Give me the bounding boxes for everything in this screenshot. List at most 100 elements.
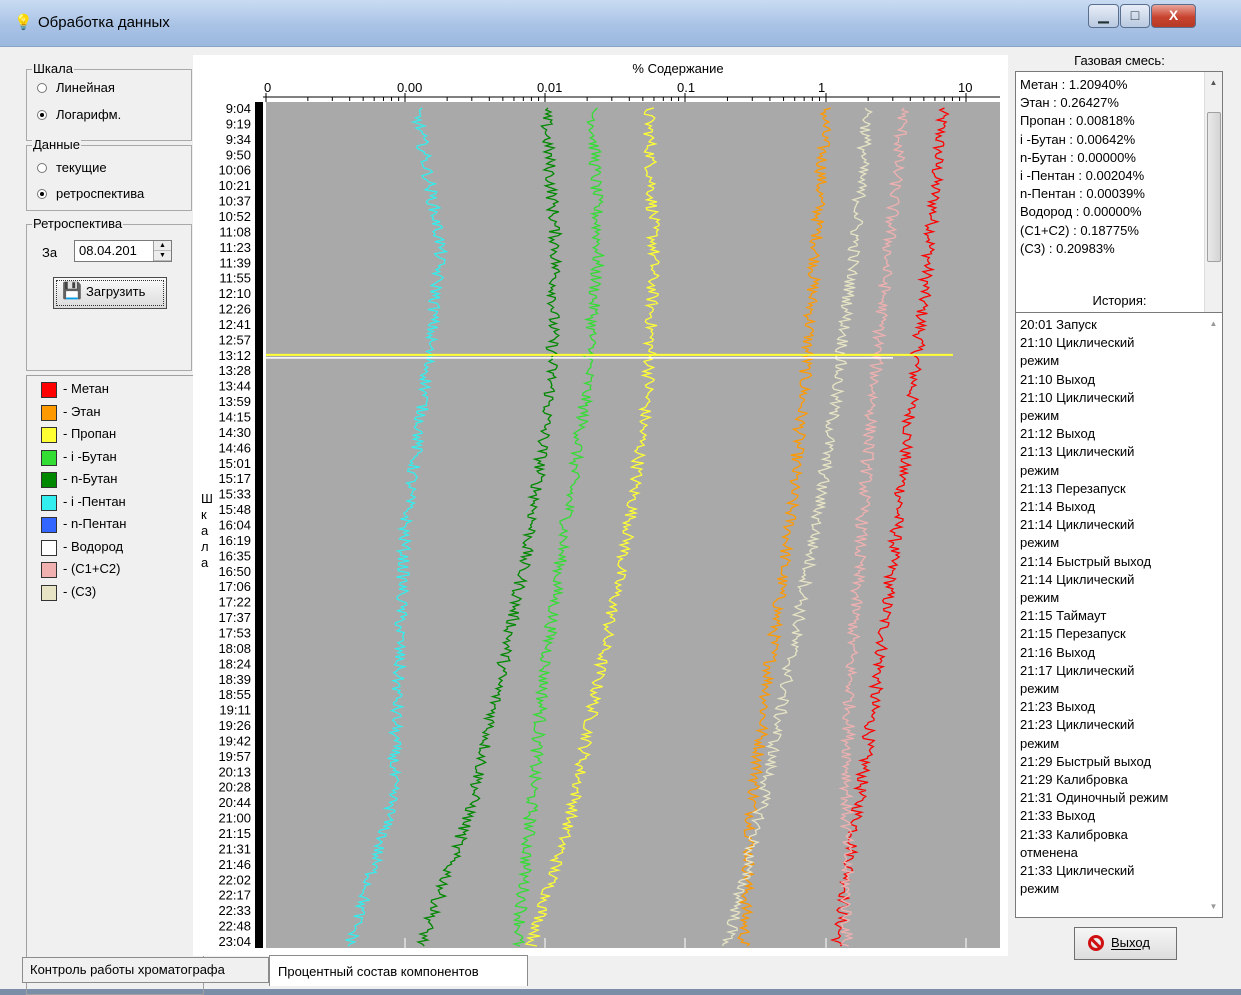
x-tick-label: 0.00 xyxy=(397,80,422,95)
x-tick-label: 0.1 xyxy=(677,80,695,95)
legend-label: - Метан xyxy=(63,381,109,396)
time-tick-label: 10:52 xyxy=(218,209,251,224)
x-tick-label: 10 xyxy=(958,80,972,95)
legend-box: - Метан - Этан - Пропан - i -Бутан - n-Бутан… xyxy=(26,375,204,995)
date-label: За xyxy=(42,245,58,260)
history-line: 21:13 Перезапуск xyxy=(1020,480,1126,496)
time-tick-label: 16:04 xyxy=(218,518,251,533)
time-tick-label: 11:55 xyxy=(219,271,251,286)
time-ruler xyxy=(255,102,263,948)
legend-swatch xyxy=(41,539,57,556)
scroll-down-icon[interactable]: ▼ xyxy=(1205,898,1222,915)
gas-line: n-Бутан : 0.00000% xyxy=(1020,149,1136,165)
gas-mix-list[interactable]: Метан : 1.20940% Этан : 0.26427% Пропан : … xyxy=(1015,71,1223,331)
time-tick-label: 14:30 xyxy=(218,425,251,440)
scroll-thumb[interactable] xyxy=(1207,112,1221,262)
gas-line: (C3) : 0.20983% xyxy=(1020,240,1115,256)
scroll-up-icon[interactable]: ▲ xyxy=(1205,74,1222,91)
time-tick-label: 13:28 xyxy=(218,363,251,378)
radio-dot-icon xyxy=(37,163,47,173)
tab-component-percentage[interactable]: Процентный состав компонентов xyxy=(269,955,528,986)
legend-label: - Пропан xyxy=(63,426,117,441)
x-tick-label: 0.01 xyxy=(537,80,562,95)
history-line: режим xyxy=(1020,462,1060,478)
date-input[interactable]: 08.04.201 ▲ ▼ xyxy=(74,240,172,262)
tab-bar: Контроль работы хроматографа Процентный … xyxy=(22,955,1012,987)
time-tick-label: 19:57 xyxy=(218,749,251,764)
time-tick-label: 19:42 xyxy=(218,733,251,748)
history-line: 21:17 Циклический xyxy=(1020,662,1135,678)
data-group-legend: Данные xyxy=(32,137,81,152)
scale-group: Шкала Линейная Логарифм. xyxy=(26,61,192,141)
history-line: 21:29 Быстрый выход xyxy=(1020,753,1152,769)
gas-mix-header: Газовая смесь: xyxy=(1074,53,1165,68)
time-tick-label: 14:46 xyxy=(218,440,251,455)
legend-swatch xyxy=(41,584,57,601)
history-line: 21:33 Выход xyxy=(1020,808,1096,824)
maximize-button[interactable]: □ xyxy=(1120,4,1150,28)
history-line: 21:14 Выход xyxy=(1020,499,1096,515)
load-button[interactable]: 💾 Загрузить xyxy=(53,277,167,309)
time-tick-label: 17:37 xyxy=(218,610,251,625)
legend-swatch xyxy=(41,449,57,466)
legend-swatch xyxy=(41,562,57,578)
time-tick-label: 18:55 xyxy=(218,687,251,702)
chart-area: % Содержание 0 0.00 0.01 0.1 1 10 9:04 9:19 9:34 9… xyxy=(193,55,1008,956)
gas-line: Метан : 1.20940% xyxy=(1020,77,1128,92)
time-tick-label: 11:39 xyxy=(219,255,251,270)
time-tick-label: 21:00 xyxy=(218,811,251,826)
history-line: 21:12 Выход xyxy=(1020,426,1096,442)
time-tick-label: 9:34 xyxy=(226,132,251,147)
scroll-up-icon[interactable]: ▲ xyxy=(1205,315,1222,332)
history-line: 21:14 Быстрый выход xyxy=(1020,553,1152,569)
legend-swatch xyxy=(41,494,57,511)
radio-current[interactable]: текущие xyxy=(37,159,107,177)
radio-retrospective[interactable]: ретроспектива xyxy=(37,185,144,203)
legend-label: - Водород xyxy=(63,538,124,554)
legend-label: - n-Пентан xyxy=(63,516,127,531)
time-tick-label: 17:22 xyxy=(218,595,251,610)
title-bar[interactable]: 💡 Обработка данных ▁ □ X xyxy=(0,0,1241,47)
no-entry-icon xyxy=(1088,935,1104,951)
radio-linear[interactable]: Линейная xyxy=(37,79,115,97)
left-panel: Шкала Линейная Логарифм. Данные текущие … xyxy=(12,50,204,995)
history-list[interactable]: 20:01 Запуск 21:10 Циклический режим 21:10 … xyxy=(1015,312,1223,918)
spin-down-icon[interactable]: ▼ xyxy=(154,251,171,261)
time-tick-label: 20:44 xyxy=(218,795,251,810)
legend-label: - i -Бутан xyxy=(63,448,117,464)
scale-vertical-letter: а xyxy=(201,523,209,538)
date-spinner[interactable]: ▲ ▼ xyxy=(153,241,171,261)
history-header: История: xyxy=(1092,293,1147,308)
time-tick-label: 10:06 xyxy=(218,163,251,178)
radio-dot-selected-icon xyxy=(37,110,47,120)
history-scrollbar[interactable]: ▲ ▼ xyxy=(1205,313,1222,917)
legend-label: - Этан xyxy=(63,403,101,419)
floppy-disk-icon: 💾 xyxy=(62,283,82,300)
time-tick-label: 17:53 xyxy=(218,625,251,640)
time-tick-label: 21:31 xyxy=(218,841,251,856)
time-tick-label: 11:08 xyxy=(219,224,251,239)
history-line: 21:33 Калибровка xyxy=(1020,826,1128,842)
legend-label: - (C1+C2) xyxy=(63,561,121,576)
radio-log[interactable]: Логарифм. xyxy=(37,106,121,124)
history-line: 21:10 Циклический xyxy=(1020,389,1135,405)
legend-label: - (C3) xyxy=(63,583,97,599)
tab-chromatograph-control[interactable]: Контроль работы хроматографа xyxy=(22,957,269,983)
time-tick-label: 19:11 xyxy=(219,703,251,718)
legend-swatch xyxy=(41,472,57,488)
time-tick-label: 15:33 xyxy=(218,487,251,502)
gas-scrollbar[interactable]: ▲ ▼ xyxy=(1204,72,1222,330)
time-tick-label: 17:06 xyxy=(218,579,251,594)
gas-line: Водород : 0.00000% xyxy=(1020,204,1142,220)
exit-button[interactable]: Выход xyxy=(1074,927,1177,960)
legend-label: - n-Бутан xyxy=(63,471,118,486)
history-line: режим xyxy=(1020,408,1060,424)
history-line: 21:23 Циклический xyxy=(1020,717,1135,733)
window-title: Обработка данных xyxy=(38,14,170,31)
history-line: режим xyxy=(1020,735,1060,751)
x-tick-label: 1 xyxy=(818,80,825,95)
time-tick-label: 12:26 xyxy=(218,302,251,317)
minimize-button[interactable]: ▁ xyxy=(1088,4,1119,28)
spin-up-icon[interactable]: ▲ xyxy=(154,241,171,251)
close-button[interactable]: X xyxy=(1151,4,1196,28)
